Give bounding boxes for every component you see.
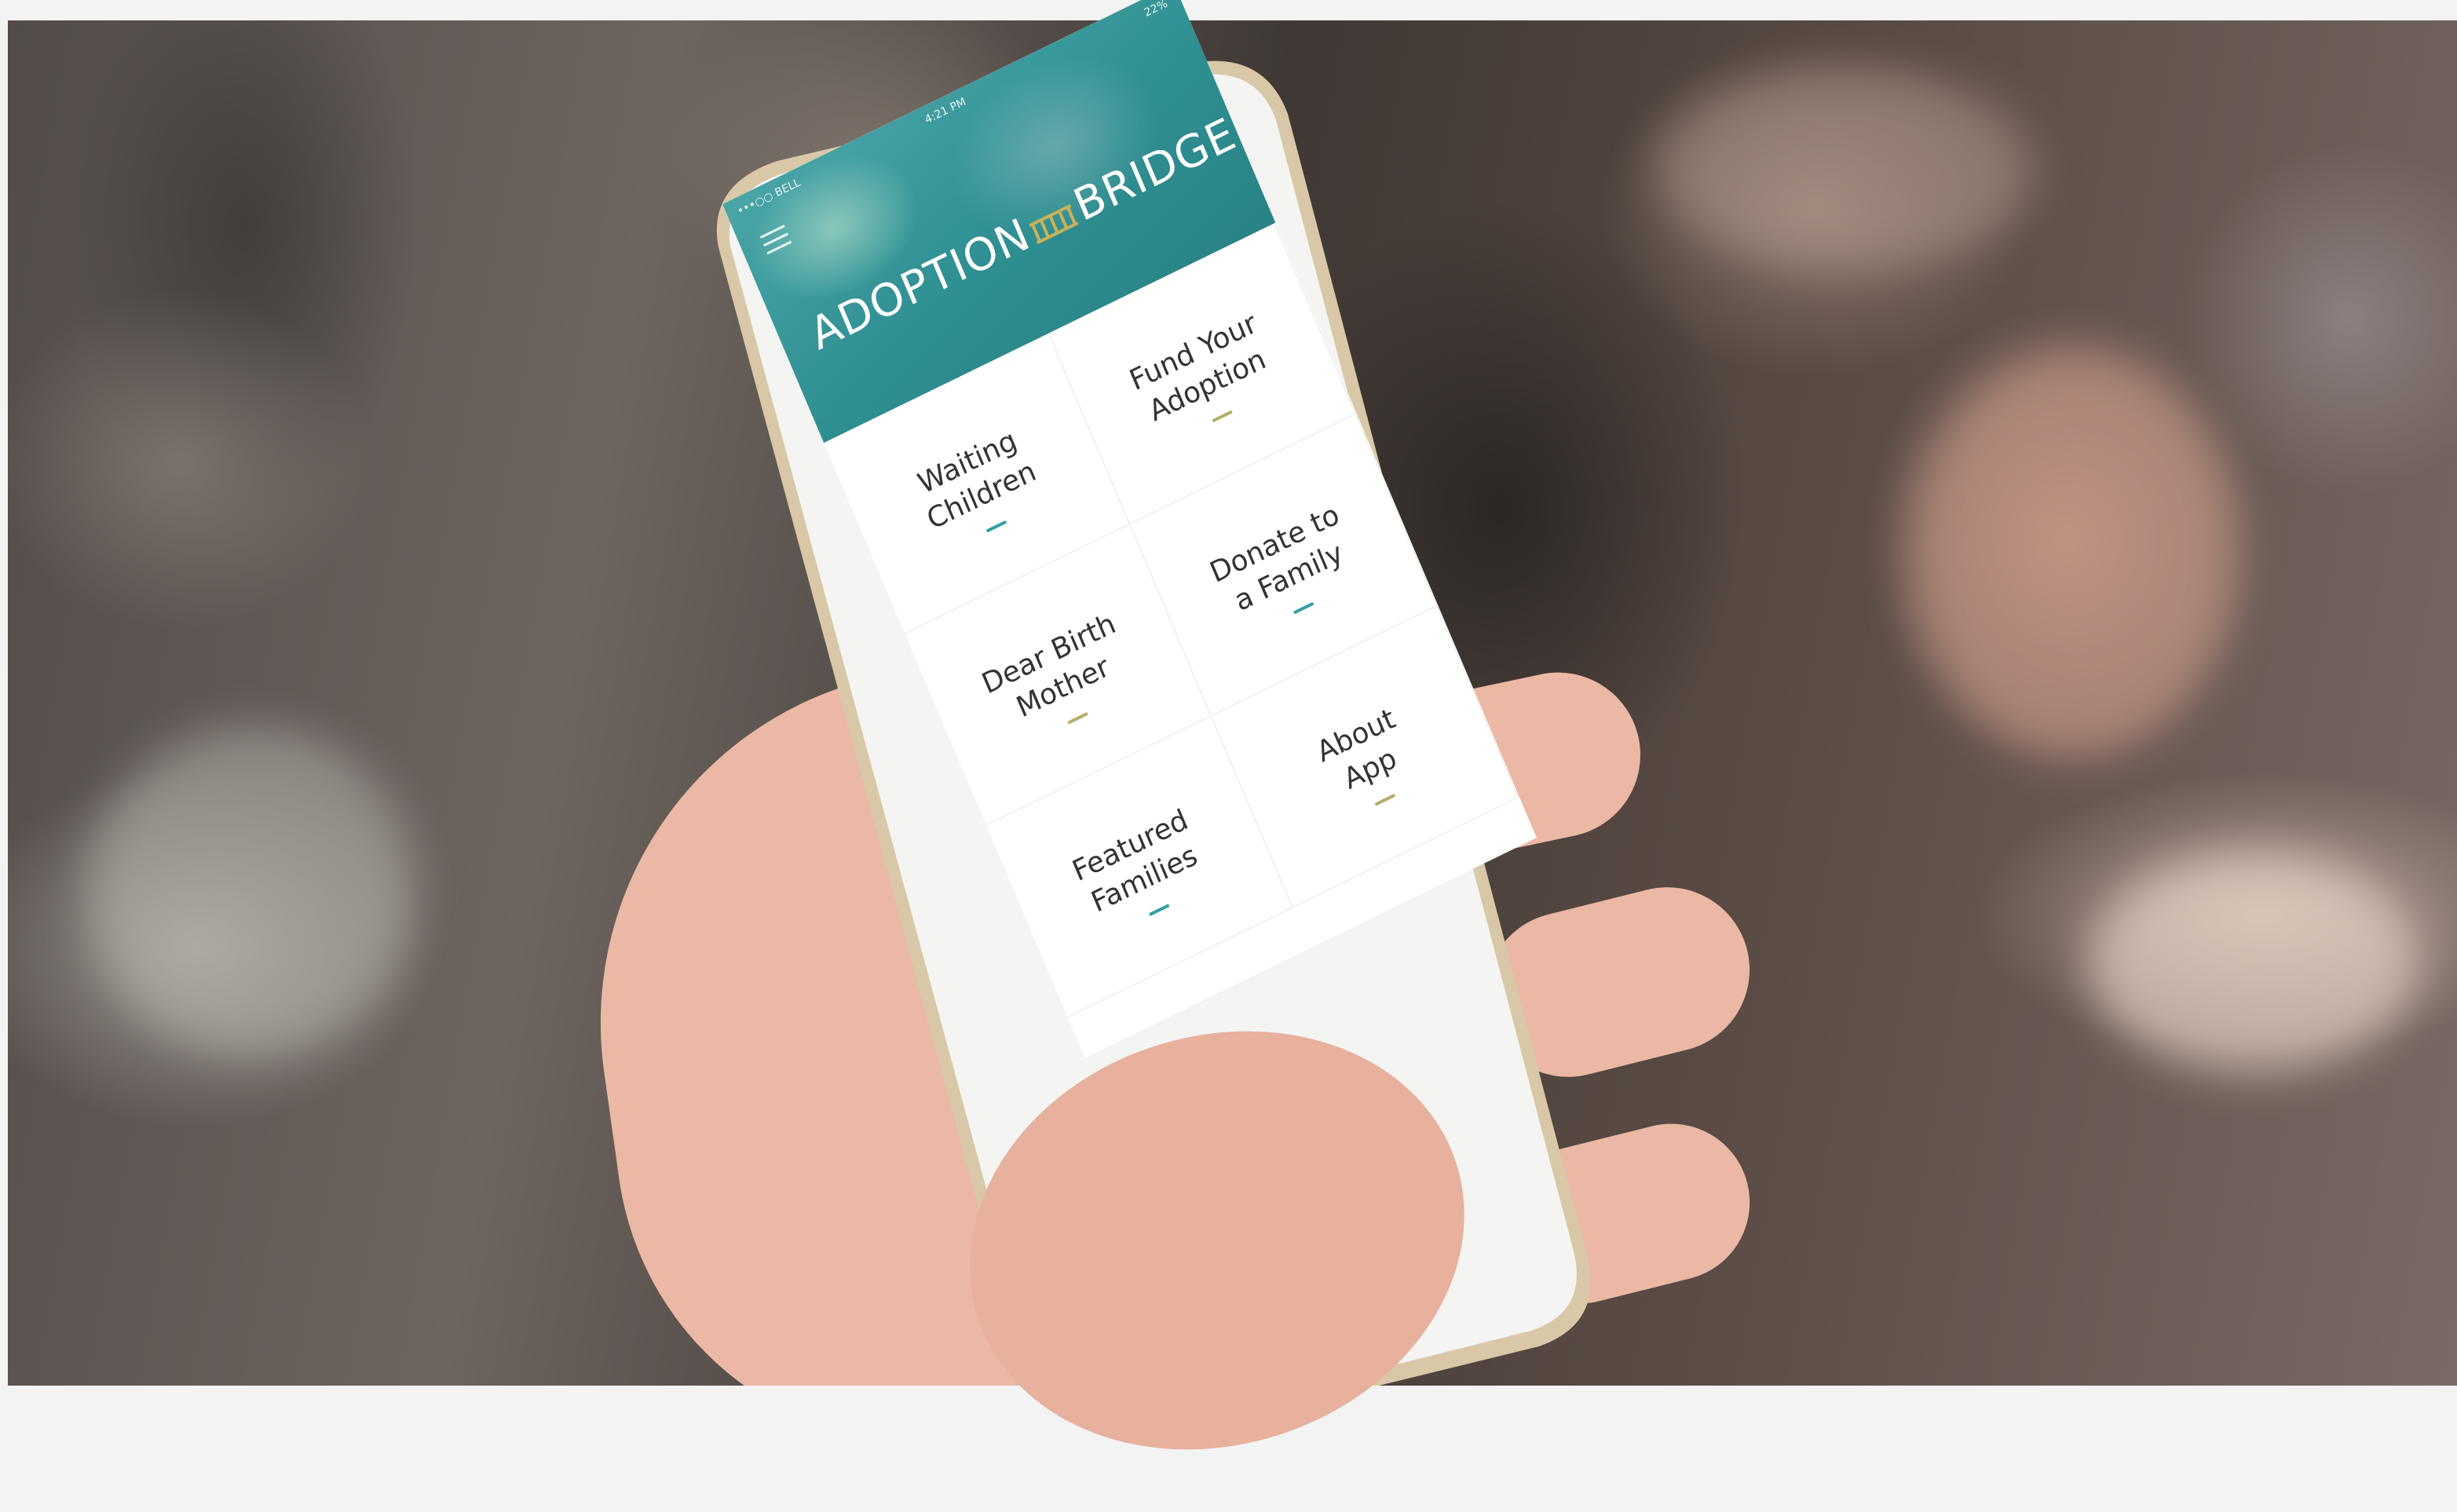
- bokeh-light: [2089, 853, 2419, 1072]
- bridge-icon: [1029, 203, 1079, 245]
- tile-accent: [985, 520, 1007, 533]
- tile-label: Fund Your Adoption: [1124, 307, 1271, 429]
- logo-text-right: BRIDGE: [1066, 108, 1244, 232]
- tile-label: Donate to a Family: [1205, 498, 1348, 618]
- tile-accent: [1374, 793, 1396, 806]
- tile-accent: [1212, 410, 1233, 423]
- tile-label: Dear Birth Mother: [977, 607, 1121, 725]
- bokeh-light: [86, 727, 416, 1057]
- bokeh-light: [1908, 350, 2238, 758]
- hamburger-icon[interactable]: [759, 225, 792, 255]
- tile-label: About App: [1312, 702, 1402, 796]
- tile-label: Featured Families: [1068, 803, 1202, 919]
- logo-text-left: ADOPTION: [803, 208, 1038, 361]
- tile-accent: [1148, 904, 1170, 917]
- tile-accent: [1067, 711, 1088, 725]
- tile-accent: [1292, 601, 1314, 615]
- battery-level: 22%: [1142, 0, 1170, 20]
- tile-label: Waiting Children: [913, 424, 1041, 537]
